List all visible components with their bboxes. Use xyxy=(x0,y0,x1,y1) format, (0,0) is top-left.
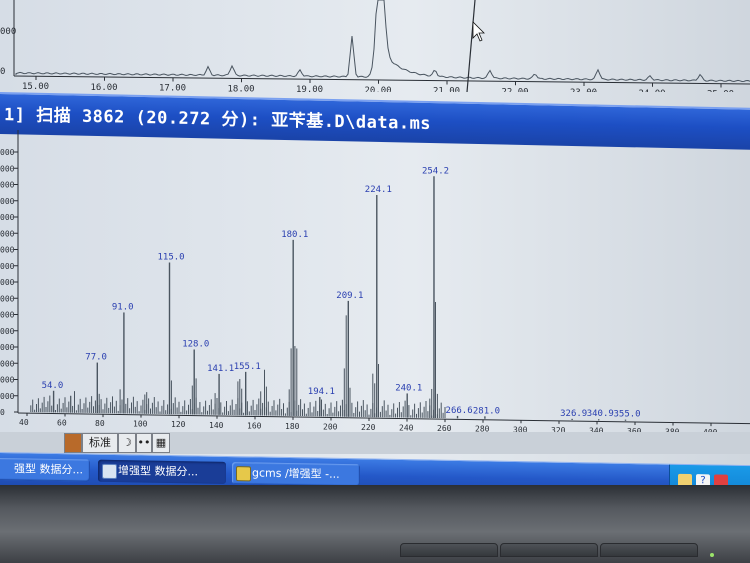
tic-x-tick-label: 17.00 xyxy=(159,84,186,93)
tic-y-tick-label: 0 xyxy=(0,67,5,77)
spectrum-y-tick-label: 000 xyxy=(0,262,15,271)
tic-x-tick-label: 24.00 xyxy=(639,89,666,92)
tic-x-tick-label: 20.00 xyxy=(365,86,392,92)
mass-spectrum-panel: 000 000 000 000 000 000 000 000 000 000 000 000 000 0… xyxy=(0,130,750,438)
spectrum-y-tick-label: 000 xyxy=(0,181,15,190)
spectrum-peak-label: 155.1 xyxy=(234,362,261,372)
palette-icon[interactable] xyxy=(64,433,82,453)
app-icon xyxy=(0,462,11,475)
inner-toolbar: 标准 ☽ •• ▦ xyxy=(0,432,750,454)
spectrum-y-tick-label: 000 xyxy=(0,392,15,401)
spectrum-x-tick-label: 80 xyxy=(95,419,105,428)
monitor-button[interactable] xyxy=(500,543,598,557)
spectrum-y-tick-label: 000 xyxy=(0,213,15,222)
spectrum-y-tick-label: 000 xyxy=(0,327,15,336)
monitor-bezel xyxy=(0,485,750,563)
spectrum-y-tick-label: 000 xyxy=(0,197,15,206)
tic-y-tick-label: 000 xyxy=(0,27,16,37)
standard-button-label: 标准 xyxy=(89,436,111,449)
gcms-window-icon xyxy=(236,466,251,482)
mouse-pointer-icon xyxy=(472,21,485,42)
tic-x-tick-label: 21.00 xyxy=(433,87,460,93)
spectrum-peak-label: 91.0 xyxy=(112,302,134,312)
system-tray: ? xyxy=(669,464,750,485)
spectrum-peak-label: 266.6 xyxy=(446,406,473,416)
tic-x-tick-label: 16.00 xyxy=(91,83,118,92)
monitor-button[interactable] xyxy=(400,543,498,557)
spectrum-peak-label: 281.0 xyxy=(473,406,500,416)
help-icon[interactable]: ? xyxy=(696,474,710,485)
monitor-screen: 000015.0016.0017.0018.0019.0020.0021.002… xyxy=(0,0,750,485)
spectrum-peak-label: 254.2 xyxy=(422,166,449,176)
spectrum-y-tick-label: 000 xyxy=(0,311,15,320)
mode-button-label: •• xyxy=(137,436,151,449)
spectrum-x-tick-label: 40 xyxy=(19,418,29,427)
moon-icon[interactable]: ☽ xyxy=(118,433,136,453)
spectrum-y-tick-label: 0 xyxy=(0,408,5,417)
tic-chromatogram: 000015.0016.0017.0018.0019.0020.0021.002… xyxy=(0,0,750,92)
input-method-icon[interactable] xyxy=(714,474,728,485)
spectrum-x-tick-label: 160 xyxy=(247,421,262,430)
spectrum-peak-label: 355.0 xyxy=(614,410,641,420)
tic-x-tick-label: 22.00 xyxy=(502,87,529,92)
tic-x-tick-label: 25.00 xyxy=(707,90,734,93)
taskbar-item-data-analysis-2[interactable]: 增强型 数据分... xyxy=(98,459,226,484)
spectrum-peak-label: 194.1 xyxy=(308,387,335,397)
spectrum-peak-label: 326.9 xyxy=(560,409,587,419)
tic-chromatogram-panel: 000015.0016.0017.0018.0019.0020.0021.002… xyxy=(0,0,750,92)
tic-x-axis xyxy=(13,75,750,85)
spectrum-peak-label: 224.1 xyxy=(365,185,392,195)
spectrum-peak-label: 209.1 xyxy=(336,291,363,301)
spectrum-peak-label: 240.1 xyxy=(395,383,422,393)
standard-button[interactable]: 标准 xyxy=(82,433,118,453)
spectrum-y-tick-label: 000 xyxy=(0,246,15,255)
spectrum-y-tick-label: 000 xyxy=(0,278,15,287)
spectrum-y-tick-label: 000 xyxy=(0,294,15,303)
spectrum-x-tick-label: 220 xyxy=(361,423,376,432)
spectrum-y-tick-label: 000 xyxy=(0,376,15,385)
tic-x-tick-label: 15.00 xyxy=(22,82,49,92)
taskbar-item-gcms[interactable]: gcms /增强型 -... xyxy=(232,462,360,485)
spectrum-peak-label: 77.0 xyxy=(85,353,107,363)
spectrum-peak-label: 54.0 xyxy=(42,381,64,391)
tic-x-tick-label: 23.00 xyxy=(570,88,597,92)
spectrum-peak-label: 141.1 xyxy=(207,364,234,374)
mass-spectrum-chart: 0000000000000000000000000000000000000000… xyxy=(0,130,750,437)
spectrum-x-tick-label: 200 xyxy=(323,422,338,431)
spectrum-y-tick-label: 000 xyxy=(0,148,15,157)
spectrum-y-tick-label: 000 xyxy=(0,343,15,352)
spectrum-x-tick-label: 60 xyxy=(57,419,67,428)
spectrum-x-tick-label: 100 xyxy=(133,420,148,429)
taskbar-item-label: 强型 数据分... xyxy=(14,462,83,477)
spectrum-peak-label: 115.0 xyxy=(158,253,185,263)
taskbar-item-label: 增强型 数据分... xyxy=(118,464,198,479)
spectrum-y-tick-label: 000 xyxy=(0,164,15,173)
spectrum-x-tick-label: 120 xyxy=(171,420,186,429)
spectrum-y-tick-label: 000 xyxy=(0,229,15,238)
taskbar-item-data-analysis-1[interactable]: 强型 数据分... xyxy=(0,457,90,482)
mode-button[interactable]: •• xyxy=(136,433,152,453)
grid-icon[interactable]: ▦ xyxy=(152,433,170,453)
windows-taskbar: 强型 数据分... 增强型 数据分... gcms /增强型 -... ? xyxy=(0,452,750,485)
spectrum-x-tick-label: 140 xyxy=(209,421,224,430)
tic-x-tick-label: 19.00 xyxy=(296,85,323,92)
spectrum-x-tick-label: 180 xyxy=(285,422,300,431)
taskbar-item-label: gcms /增强型 -... xyxy=(252,466,340,481)
tic-x-tick-label: 18.00 xyxy=(228,84,255,92)
chart-window-icon xyxy=(102,463,117,480)
network-icon[interactable] xyxy=(678,473,692,485)
spectrum-peak-label: 128.0 xyxy=(182,339,209,349)
power-led-icon xyxy=(710,553,714,557)
spectrum-window-title: 1] 扫描 3862 (20.272 分): 亚苄基.D\data.ms xyxy=(4,105,432,135)
tic-trace xyxy=(15,0,750,83)
spectrum-peak-label: 340.9 xyxy=(587,409,614,419)
monitor-button[interactable] xyxy=(600,543,698,557)
spectrum-peak-label: 180.1 xyxy=(281,230,308,240)
spectrum-y-tick-label: 000 xyxy=(0,359,15,368)
